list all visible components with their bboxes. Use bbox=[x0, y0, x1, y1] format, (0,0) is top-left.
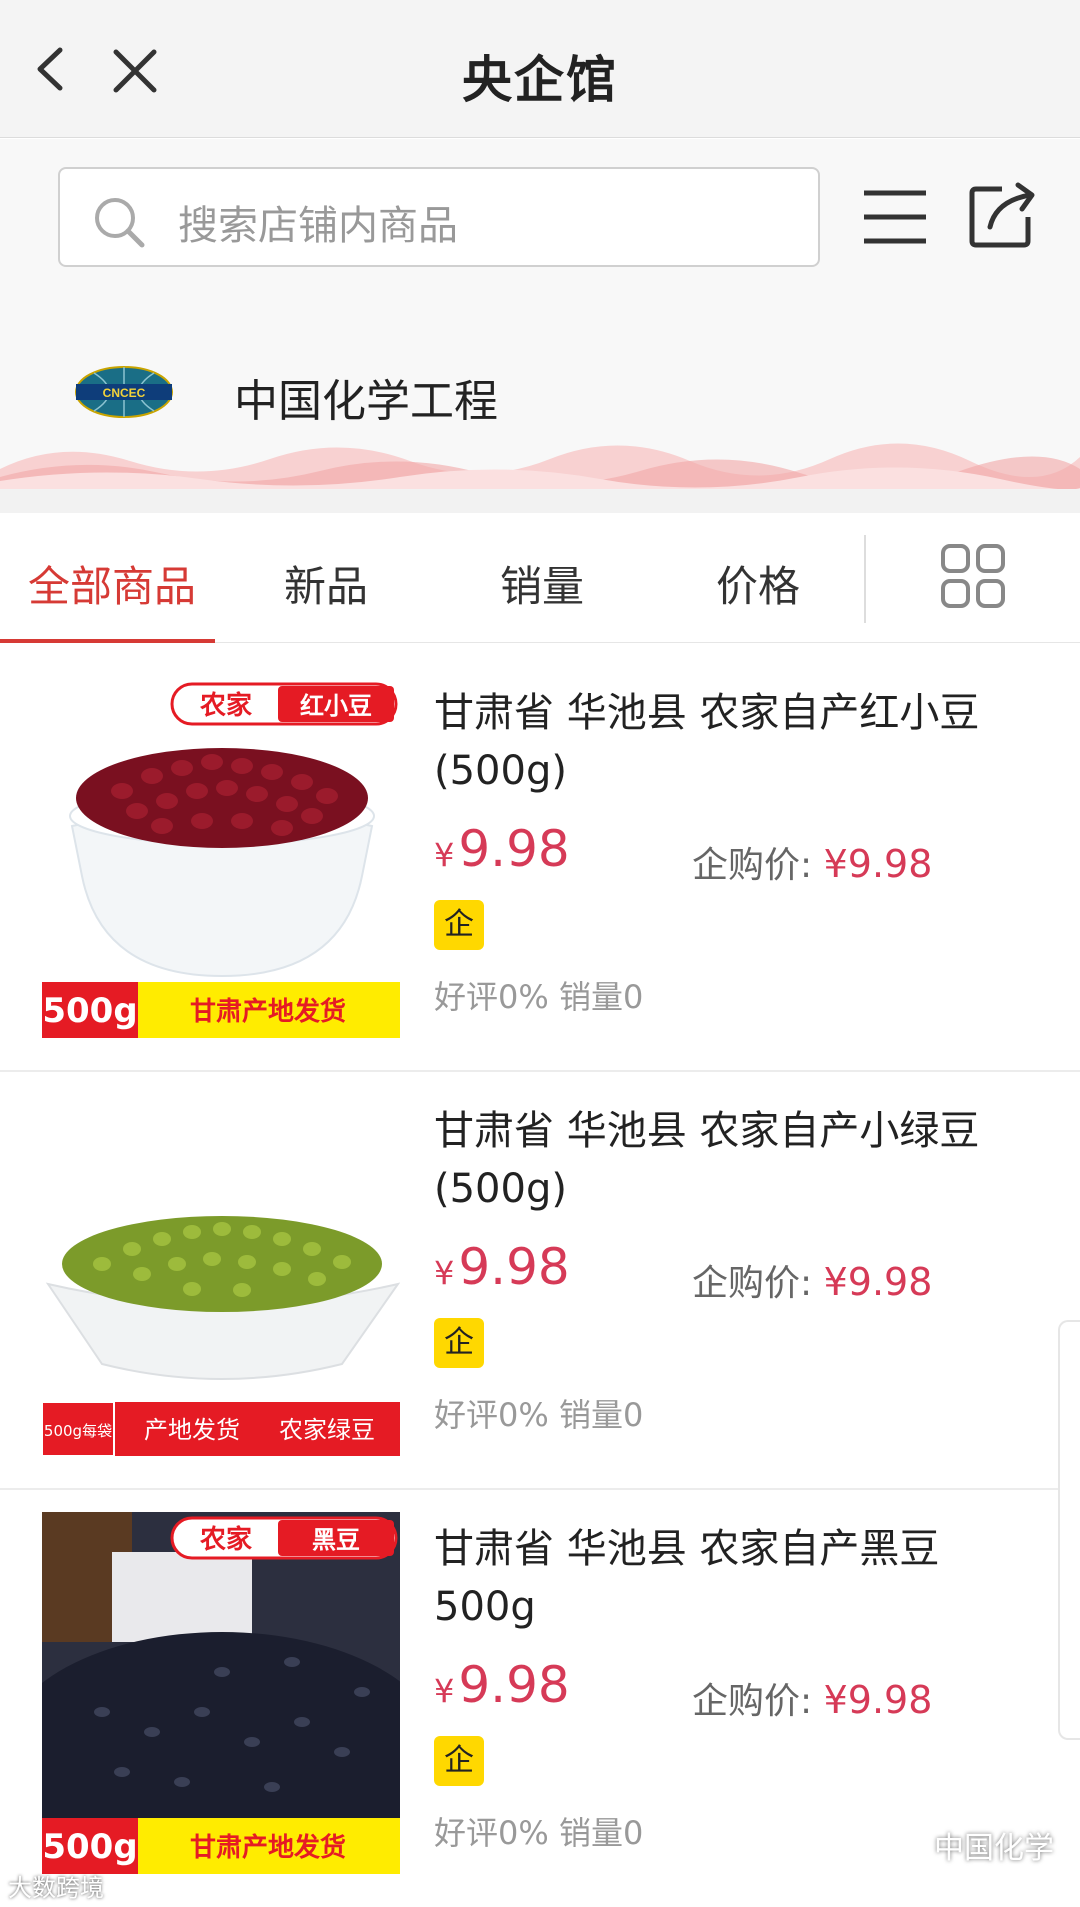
search-area: 搜索店铺内商品 bbox=[0, 139, 1080, 289]
search-placeholder: 搜索店铺内商品 bbox=[178, 203, 458, 249]
svg-text:农家: 农家 bbox=[199, 1524, 252, 1555]
search-icon bbox=[95, 198, 145, 248]
product-stats: 好评0% 销量0 bbox=[434, 1814, 644, 1852]
svg-text:甘肃产地发货: 甘肃产地发货 bbox=[190, 1832, 346, 1863]
menu-icon[interactable] bbox=[862, 187, 928, 247]
product-price: ¥9.98 bbox=[434, 820, 570, 878]
floating-side-handle[interactable] bbox=[1058, 1320, 1080, 1740]
product-card[interactable]: 农家 红小豆 500g 甘肃产地发货 甘肃省 华池县 农家自产红小豆(500g)… bbox=[0, 654, 1080, 1072]
store-logo: CNCEC bbox=[75, 366, 173, 418]
product-name[interactable]: 甘肃省 华池县 农家自产黑豆500g bbox=[434, 1520, 1034, 1636]
active-tab-indicator bbox=[0, 639, 215, 643]
svg-text:甘肃产地发货: 甘肃产地发货 bbox=[190, 996, 346, 1027]
svg-text:黑豆: 黑豆 bbox=[312, 1526, 360, 1554]
tab-all-products[interactable]: 全部商品 bbox=[28, 553, 196, 614]
tab-sales[interactable]: 销量 bbox=[500, 553, 584, 614]
store-name[interactable]: 中国化学工程 bbox=[234, 365, 498, 429]
svg-text:产地发货: 产地发货 bbox=[144, 1416, 240, 1444]
corporate-price: 企购价: ¥9.98 bbox=[692, 1260, 933, 1304]
svg-text:500g每袋: 500g每袋 bbox=[44, 1422, 112, 1440]
svg-text:CNCEC: CNCEC bbox=[103, 386, 146, 400]
watermark-text: 中国化学 bbox=[934, 1831, 1054, 1866]
product-card[interactable]: 农家 黑豆 500g 甘肃产地发货 甘肃省 华池县 农家自产黑豆500g ¥9.… bbox=[0, 1490, 1080, 1907]
product-stats: 好评0% 销量0 bbox=[434, 978, 644, 1016]
enterprise-badge: 企 bbox=[434, 1736, 484, 1786]
enterprise-badge: 企 bbox=[434, 900, 484, 950]
store-header: CNCEC 中国化学工程 bbox=[0, 289, 1080, 489]
grid-view-icon[interactable] bbox=[940, 543, 1006, 609]
share-icon[interactable] bbox=[968, 181, 1038, 249]
product-image[interactable]: 500g每袋 产地发货 农家绿豆 bbox=[42, 1094, 400, 1456]
watermark-text-left: 大数跨境 bbox=[8, 1874, 104, 1902]
tab-price[interactable]: 价格 bbox=[716, 553, 800, 614]
product-image[interactable]: 农家 红小豆 500g 甘肃产地发货 bbox=[42, 676, 400, 1038]
product-name[interactable]: 甘肃省 华池县 农家自产红小豆(500g) bbox=[434, 684, 1034, 800]
top-nav-bar: 央企馆 bbox=[0, 0, 1080, 138]
svg-text:农家绿豆: 农家绿豆 bbox=[279, 1416, 375, 1444]
product-image[interactable]: 农家 黑豆 500g 甘肃产地发货 bbox=[42, 1512, 400, 1874]
search-input[interactable]: 搜索店铺内商品 bbox=[58, 167, 820, 267]
enterprise-badge: 企 bbox=[434, 1318, 484, 1368]
svg-text:500g: 500g bbox=[42, 991, 137, 1031]
sort-tabs: 全部商品 新品 销量 价格 bbox=[0, 513, 1080, 643]
corporate-price: 企购价: ¥9.98 bbox=[692, 842, 933, 886]
svg-text:农家: 农家 bbox=[199, 690, 252, 721]
product-stats: 好评0% 销量0 bbox=[434, 1396, 644, 1434]
corporate-price: 企购价: ¥9.98 bbox=[692, 1678, 933, 1722]
section-gap bbox=[0, 489, 1080, 513]
product-price: ¥9.98 bbox=[434, 1238, 570, 1296]
product-price: ¥9.98 bbox=[434, 1656, 570, 1714]
product-name[interactable]: 甘肃省 华池县 农家自产小绿豆(500g) bbox=[434, 1102, 1034, 1218]
page-title: 央企馆 bbox=[462, 51, 618, 109]
tab-new[interactable]: 新品 bbox=[284, 553, 368, 614]
svg-text:红小豆: 红小豆 bbox=[300, 692, 372, 720]
decorative-wave bbox=[0, 443, 1080, 489]
tab-divider bbox=[864, 535, 866, 623]
product-card[interactable]: 500g每袋 产地发货 农家绿豆 甘肃省 华池县 农家自产小绿豆(500g) ¥… bbox=[0, 1072, 1080, 1490]
svg-text:500g: 500g bbox=[42, 1827, 137, 1867]
